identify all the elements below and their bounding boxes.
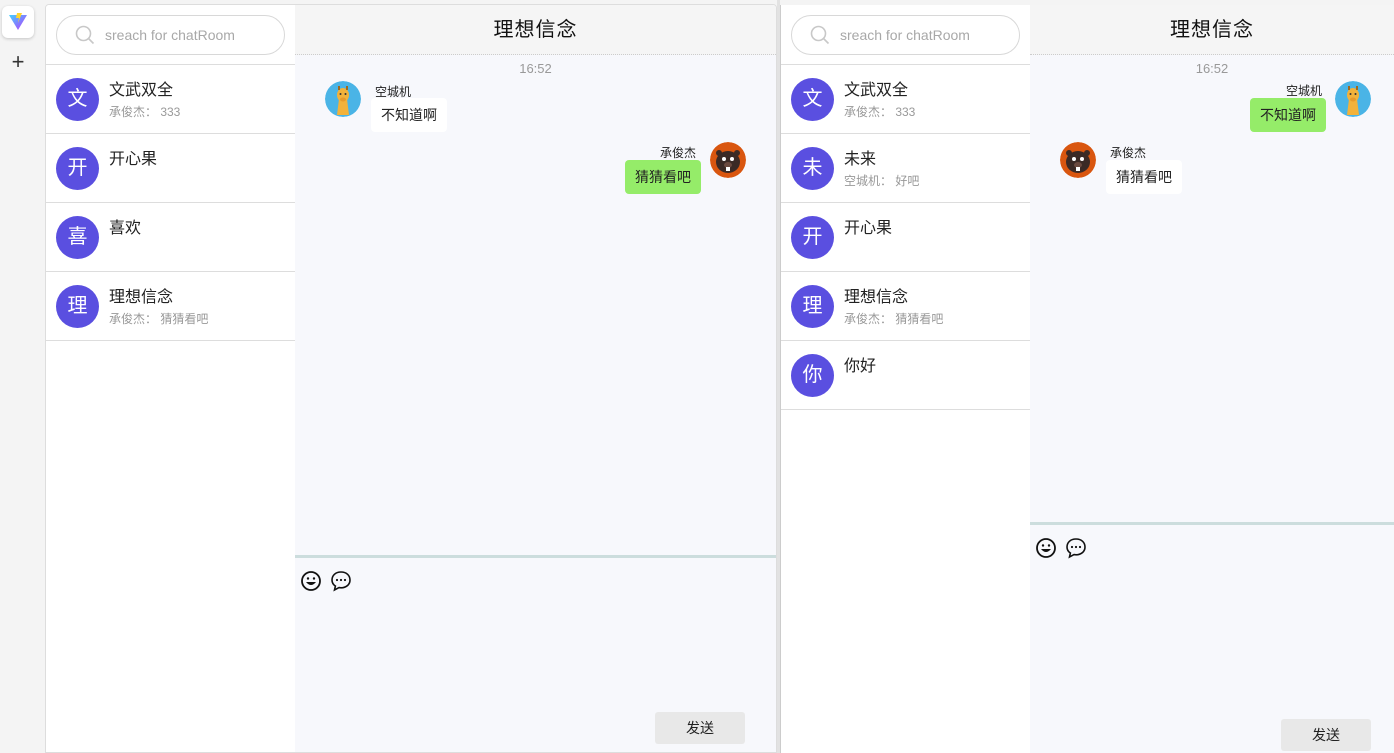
search-input[interactable] (105, 27, 275, 43)
message-bubble: 猜猜看吧 (625, 160, 701, 194)
chat-title: 理想信念 (1030, 5, 1394, 55)
room-last-message: 承俊杰： 333 (844, 105, 916, 119)
room-last-message: 承俊杰： 猜猜看吧 (109, 312, 209, 326)
room-item[interactable]: 开 开心果 (781, 203, 1030, 272)
search-icon (810, 25, 830, 45)
room-item[interactable]: 喜 喜欢 (46, 203, 295, 272)
room-name: 未来 (844, 151, 877, 168)
message-sender: 空城机 (1285, 84, 1322, 98)
room-name: 理想信念 (844, 289, 909, 306)
chat-window-left: 文 文武双全 承俊杰： 333 开 开心果 喜 喜欢 理 理想信念 承俊杰： 猜… (45, 4, 777, 753)
room-list-sidebar: 文 文武双全 承俊杰： 333 开 开心果 喜 喜欢 理 理想信念 承俊杰： 猜… (46, 5, 296, 752)
room-last-message: 空城机： 好吧 (844, 174, 920, 188)
search-box[interactable] (791, 15, 1020, 55)
room-avatar: 文 (56, 78, 99, 121)
room-avatar: 喜 (56, 216, 99, 259)
plus-icon[interactable]: + (6, 50, 30, 74)
room-name: 开心果 (109, 151, 158, 168)
room-item[interactable]: 文 文武双全 承俊杰： 333 (46, 65, 295, 134)
room-avatar: 理 (56, 285, 99, 328)
room-name: 文武双全 (844, 82, 909, 99)
room-avatar: 未 (791, 147, 834, 190)
room-list-sidebar: 文 文武双全 承俊杰： 333 未 未来 空城机： 好吧 开 开心果 理 理想信… (781, 5, 1031, 753)
room-avatar: 开 (56, 147, 99, 190)
message-time: 16:52 (1195, 61, 1229, 76)
message-bubble: 不知道啊 (371, 98, 447, 132)
room-item[interactable]: 文 文武双全 承俊杰： 333 (781, 65, 1030, 134)
emoji-icon[interactable] (300, 570, 322, 592)
message-list: 16:52 空城机 不知道啊 承俊杰 猜猜看吧 (1030, 55, 1394, 522)
room-item[interactable]: 理 理想信念 承俊杰： 猜猜看吧 (46, 272, 295, 341)
compose-area[interactable]: 发送 (295, 555, 776, 752)
emoji-icon[interactable] (1035, 537, 1057, 559)
room-avatar: 文 (791, 78, 834, 121)
room-last-message: 承俊杰： 猜猜看吧 (844, 312, 944, 326)
message-sender: 承俊杰 (659, 146, 696, 160)
search-area (46, 5, 295, 65)
chat-bubble-icon[interactable] (1065, 537, 1087, 559)
search-box[interactable] (56, 15, 285, 55)
room-avatar: 开 (791, 216, 834, 259)
search-area (781, 5, 1030, 65)
room-avatar: 理 (791, 285, 834, 328)
app-rail: + (0, 0, 36, 753)
room-item[interactable]: 你 你好 (781, 341, 1030, 410)
message-bubble: 猜猜看吧 (1106, 160, 1182, 194)
send-button[interactable]: 发送 (655, 712, 745, 744)
chat-window-right: 文 文武双全 承俊杰： 333 未 未来 空城机： 好吧 开 开心果 理 理想信… (780, 5, 1394, 753)
beaver-avatar-icon[interactable] (1060, 142, 1096, 178)
search-input[interactable] (840, 27, 1010, 43)
room-item[interactable]: 开 开心果 (46, 134, 295, 203)
room-name: 理想信念 (109, 289, 174, 306)
chat-panel: 理想信念 16:52 空城机 不知道啊 承俊杰 猜猜看吧 发送 (1030, 5, 1394, 753)
chat-bubble-icon[interactable] (330, 570, 352, 592)
vite-logo-icon[interactable] (2, 6, 34, 38)
message-time: 16:52 (519, 61, 552, 76)
chat-title: 理想信念 (295, 5, 776, 55)
giraffe-avatar-icon[interactable] (1335, 81, 1371, 117)
room-name: 文武双全 (109, 82, 174, 99)
room-last-message: 承俊杰： 333 (109, 105, 181, 119)
message-bubble: 不知道啊 (1250, 98, 1326, 132)
beaver-avatar-icon[interactable] (710, 142, 746, 178)
compose-area[interactable]: 发送 (1030, 522, 1394, 753)
room-item[interactable]: 未 未来 空城机： 好吧 (781, 134, 1030, 203)
search-icon (75, 25, 95, 45)
send-button[interactable]: 发送 (1281, 719, 1371, 751)
message-list: 16:52 空城机 不知道啊 承俊杰 猜猜看吧 (295, 55, 776, 555)
room-name: 你好 (844, 358, 877, 375)
message-sender: 承俊杰 (1110, 146, 1147, 160)
room-name: 开心果 (844, 220, 893, 237)
chat-panel: 理想信念 16:52 空城机 不知道啊 承俊杰 猜猜看吧 发送 (295, 5, 776, 752)
desktop: + 文 文武双全 承俊杰： 333 开 开心果 (0, 0, 1394, 753)
room-avatar: 你 (791, 354, 834, 397)
giraffe-avatar-icon[interactable] (325, 81, 361, 117)
room-item[interactable]: 理 理想信念 承俊杰： 猜猜看吧 (781, 272, 1030, 341)
room-name: 喜欢 (109, 220, 142, 237)
